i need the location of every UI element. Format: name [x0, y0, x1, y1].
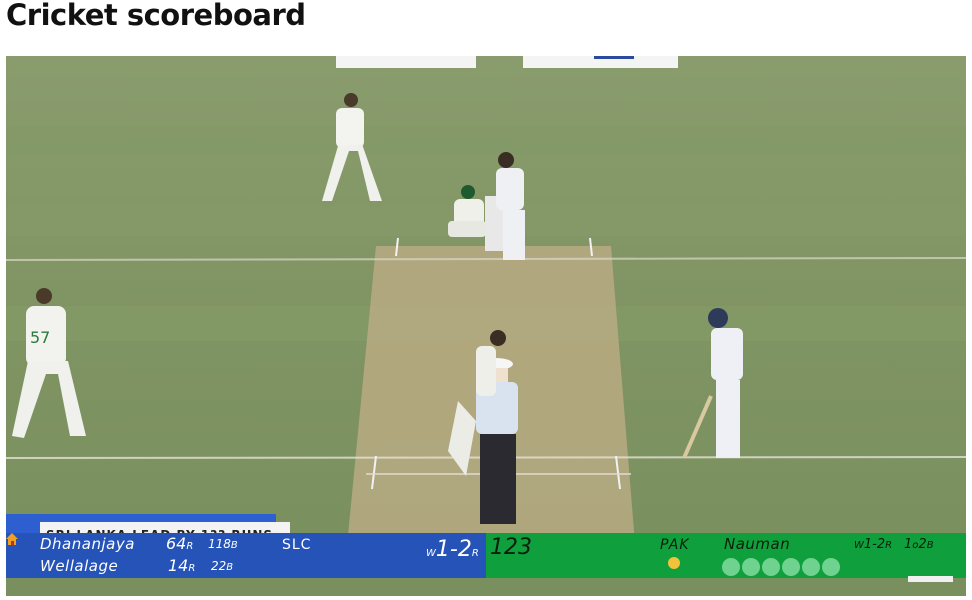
bowler-figures: W1-2R: [426, 537, 479, 562]
batter-2-balls: 22B: [211, 559, 234, 573]
over-ball-empty: [762, 558, 780, 576]
over-ball-empty: [782, 558, 800, 576]
home-icon: [6, 533, 18, 545]
page-title: Cricket scoreboard: [6, 0, 306, 32]
over-ball-empty: [722, 558, 740, 576]
scoreboard: Dhananjaya 64R 118B Wellalage 14R 22B SL…: [6, 533, 966, 578]
team-total: 123: [490, 535, 532, 560]
over-balls: [722, 558, 840, 576]
over-ball-empty: [802, 558, 820, 576]
bowler-overs: 1o2B: [904, 537, 934, 552]
batter-1-name: Dhananjaya: [40, 535, 135, 553]
bowling-team-code: PAK: [660, 537, 690, 553]
broadcast-video[interactable]: 57 SRI LANKA LEAD BY 1?? RUNS Dhananjaya: [6, 56, 966, 596]
batting-panel: Dhananjaya 64R 118B Wellalage 14R 22B SL…: [6, 533, 486, 578]
bowler-wicket-figures: W1-2R: [854, 537, 893, 552]
batting-team-code: SLC: [282, 537, 312, 553]
scoreboard-tab: [908, 576, 953, 582]
bowling-panel: 123 PAK Nauman W1-2R 1o2B: [486, 533, 966, 578]
batter-2-name: Wellalage: [40, 557, 119, 575]
svg-text:57: 57: [30, 328, 50, 347]
over-ball-empty: [742, 558, 760, 576]
bowler-name: Nauman: [724, 535, 791, 553]
batter-1-balls: 118B: [208, 537, 238, 551]
batter-1-runs: 64R: [166, 534, 194, 553]
over-ball-empty: [822, 558, 840, 576]
cricket-ball-icon: [668, 557, 680, 569]
batter-2-runs: 14R: [168, 556, 196, 575]
